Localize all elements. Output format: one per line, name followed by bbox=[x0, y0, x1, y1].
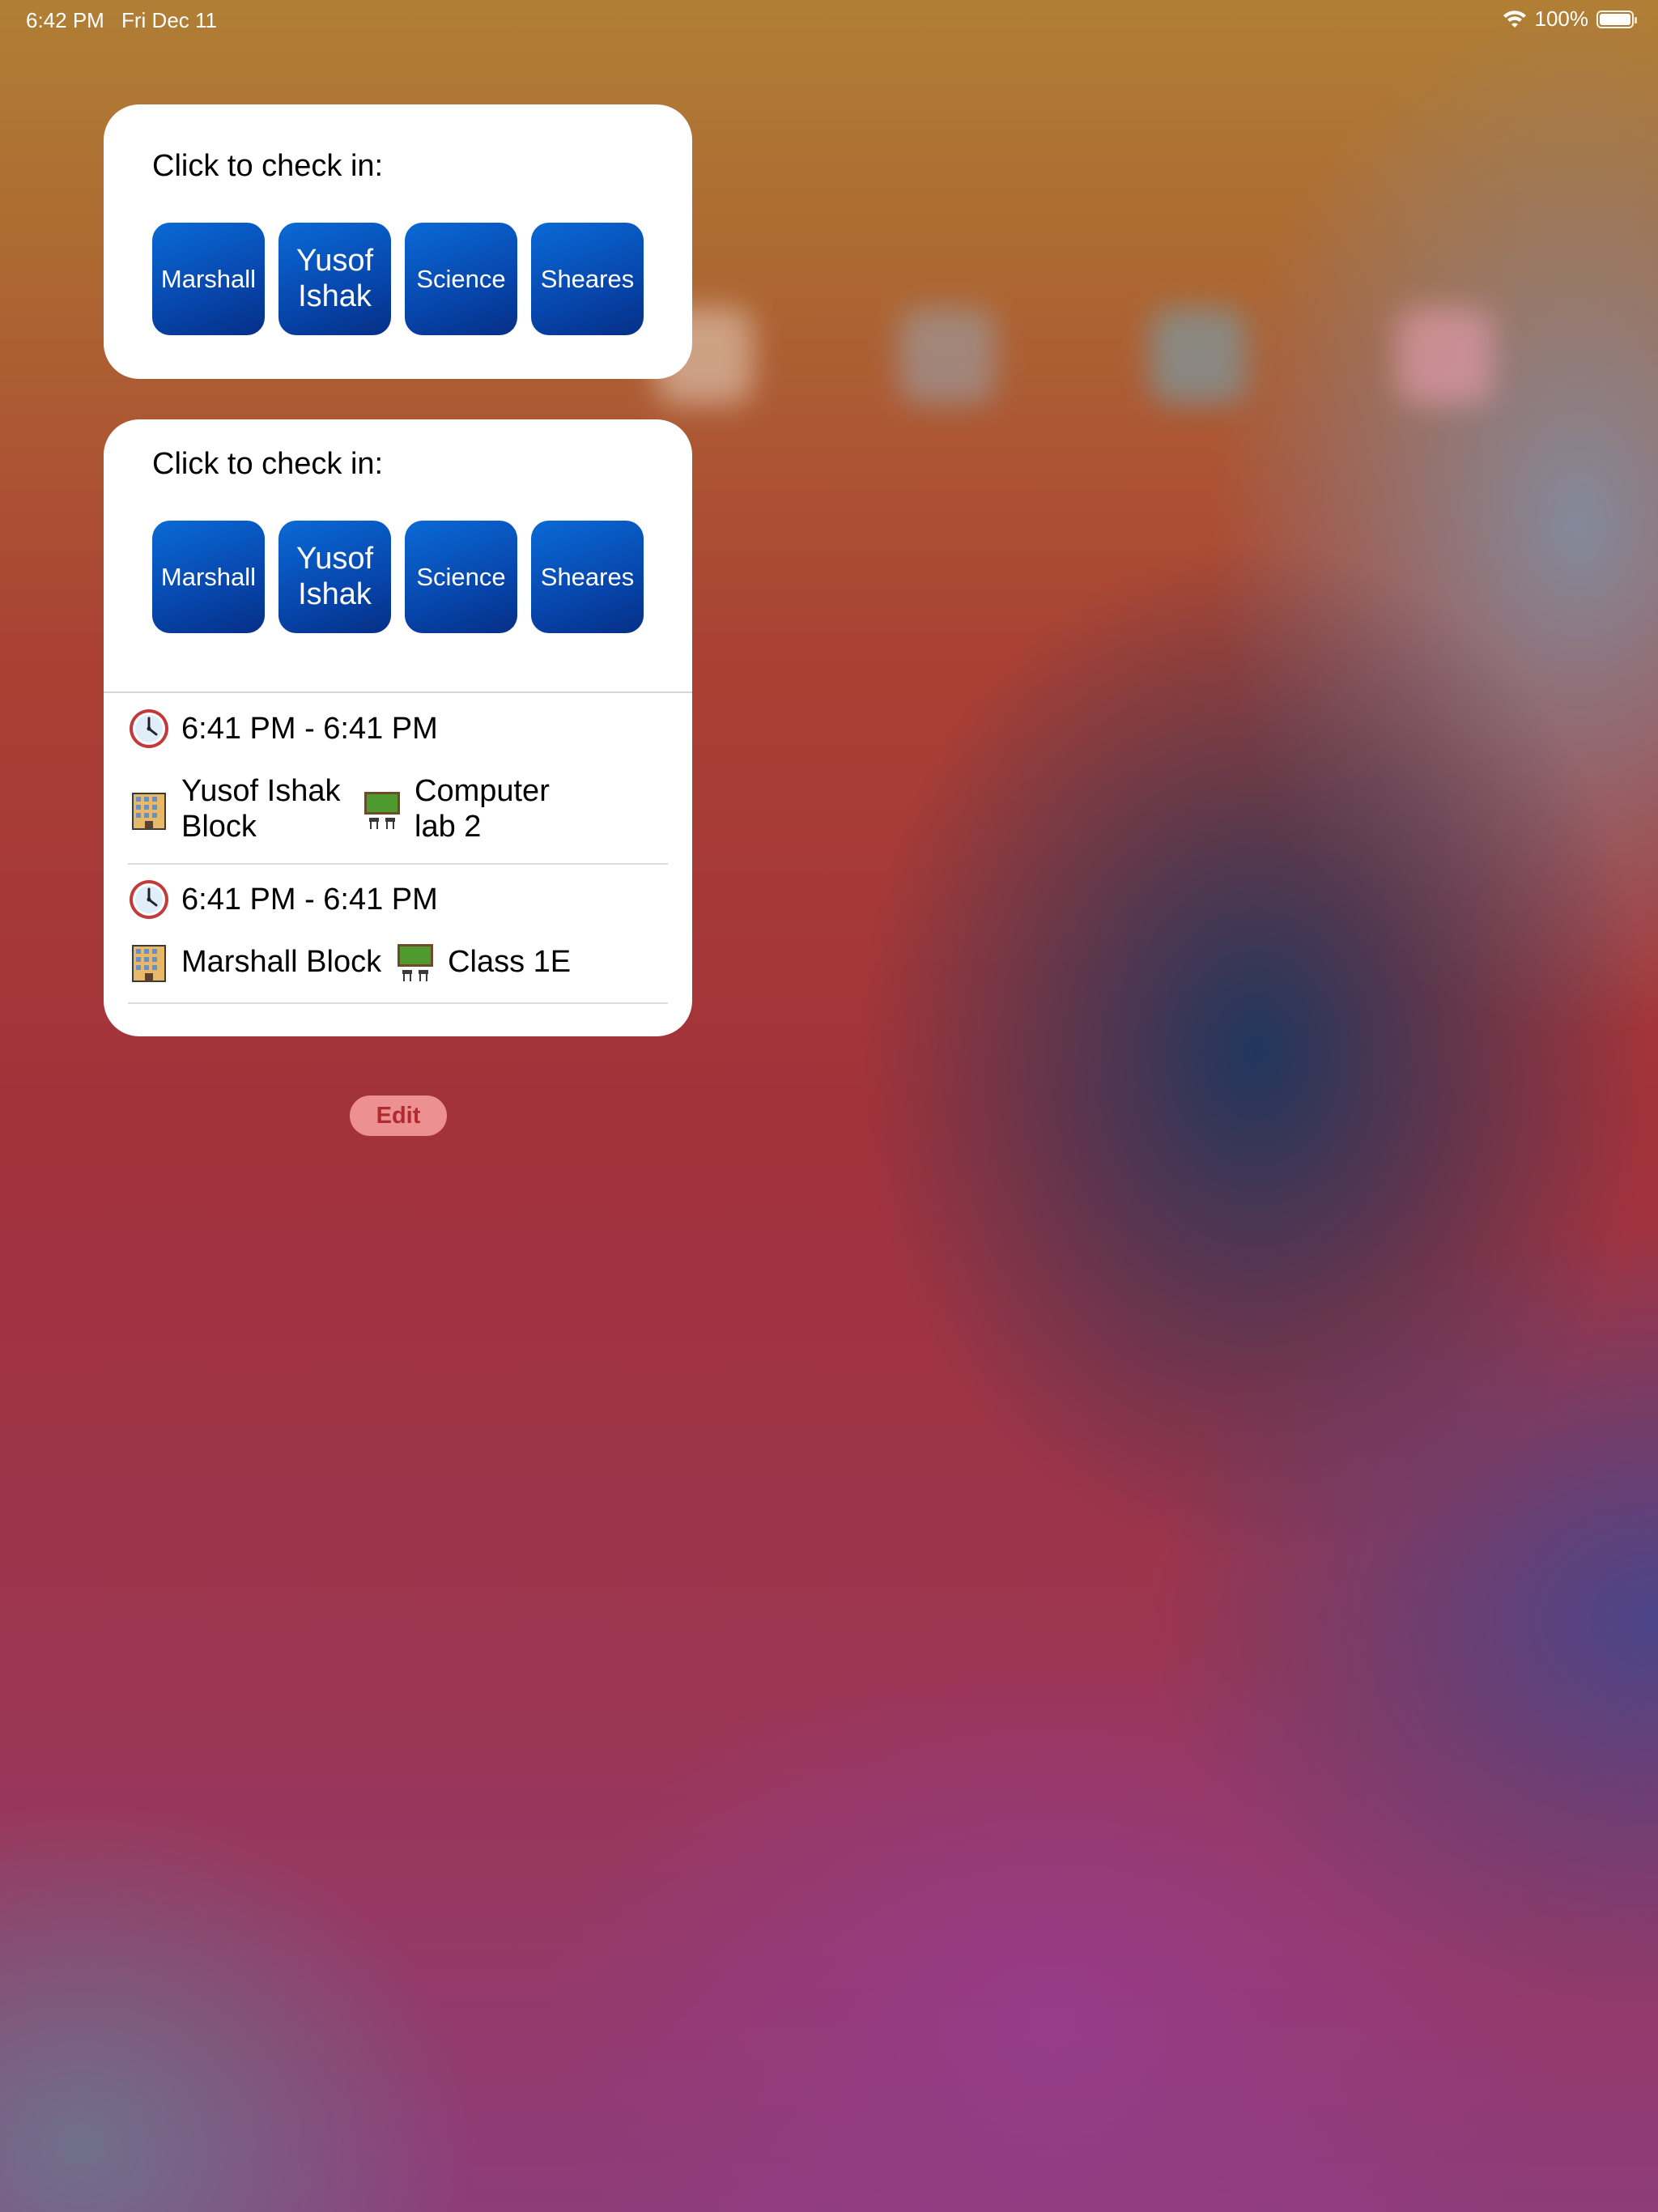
clock-icon bbox=[130, 709, 168, 748]
location-button-row: Marshall Yusof Ishak Science Sheares bbox=[152, 223, 644, 335]
classroom-icon bbox=[364, 792, 400, 829]
checkin-location-row: Marshall Block Class 1E bbox=[128, 938, 571, 986]
check-in-prompt: Click to check in: bbox=[152, 447, 384, 481]
location-button-sheares[interactable]: Sheares bbox=[531, 223, 644, 335]
building-icon bbox=[132, 793, 166, 830]
checkin-block: Marshall Block bbox=[181, 944, 382, 979]
location-button-science[interactable]: Science bbox=[405, 223, 517, 335]
section-divider bbox=[104, 691, 692, 693]
checkin-time-range: 6:41 PM - 6:41 PM bbox=[181, 882, 438, 917]
status-right: 100% bbox=[1503, 6, 1637, 32]
location-button-sheares[interactable]: Sheares bbox=[531, 521, 644, 633]
location-button-row: Marshall Yusof Ishak Science Sheares bbox=[152, 521, 644, 633]
blurred-app-icon bbox=[1150, 308, 1247, 405]
clock-icon bbox=[130, 880, 168, 919]
checkin-room: Computer lab 2 bbox=[414, 774, 550, 844]
checkin-time-row: 6:41 PM - 6:41 PM bbox=[128, 875, 438, 924]
battery-percent: 100% bbox=[1534, 6, 1589, 31]
battery-icon bbox=[1596, 10, 1637, 28]
check-in-widget-large: Click to check in: Marshall Yusof Ishak … bbox=[104, 419, 692, 1036]
checkin-time-row: 6:41 PM - 6:41 PM bbox=[128, 704, 438, 753]
location-button-yusof-ishak[interactable]: Yusof Ishak bbox=[278, 223, 391, 335]
classroom-icon bbox=[397, 944, 434, 981]
wifi-icon bbox=[1503, 10, 1526, 28]
check-in-prompt: Click to check in: bbox=[152, 149, 384, 183]
location-button-marshall[interactable]: Marshall bbox=[152, 521, 265, 633]
blurred-app-icon bbox=[899, 308, 996, 405]
status-date: Fri Dec 11 bbox=[121, 8, 217, 32]
blurred-app-icon bbox=[1397, 308, 1494, 405]
building-icon bbox=[132, 945, 166, 982]
location-button-science[interactable]: Science bbox=[405, 521, 517, 633]
status-bar: 6:42 PM Fri Dec 11 100% bbox=[0, 0, 1658, 39]
location-button-marshall[interactable]: Marshall bbox=[152, 223, 265, 335]
location-button-yusof-ishak[interactable]: Yusof Ishak bbox=[278, 521, 391, 633]
checkin-room: Class 1E bbox=[448, 944, 572, 979]
checkin-block: Yusof Ishak Block bbox=[181, 774, 341, 844]
check-in-widget-small: Click to check in: Marshall Yusof Ishak … bbox=[104, 104, 692, 379]
status-time: 6:42 PM bbox=[26, 8, 104, 32]
battery-fill bbox=[1600, 13, 1630, 25]
checkin-location-row: Yusof Ishak Block Computer lab 2 bbox=[128, 769, 568, 850]
record-divider bbox=[128, 1002, 668, 1004]
edit-button[interactable]: Edit bbox=[350, 1095, 447, 1136]
record-divider bbox=[128, 863, 668, 865]
checkin-time-range: 6:41 PM - 6:41 PM bbox=[181, 711, 438, 746]
